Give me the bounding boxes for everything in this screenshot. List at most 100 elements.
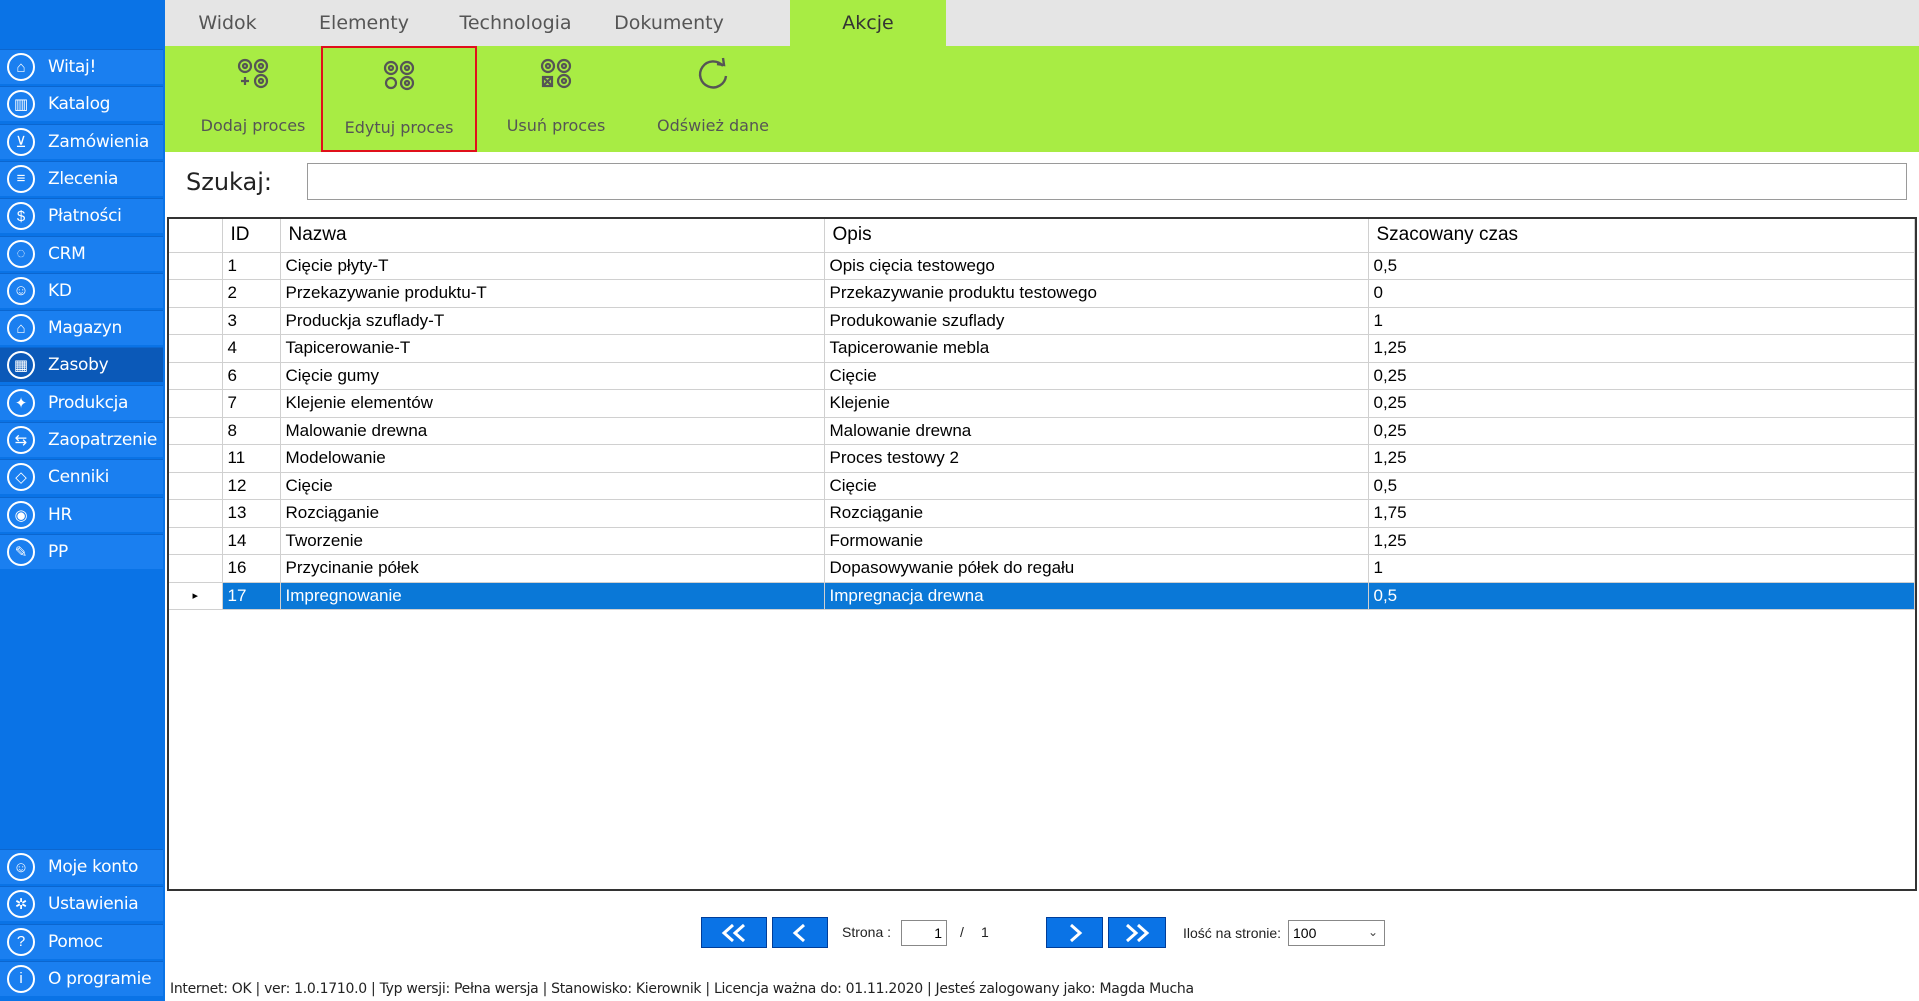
first-page-button[interactable] [701,917,767,948]
table-row[interactable]: 14 Tworzenie Formowanie 1,25 [169,527,1915,555]
refresh-data-button[interactable]: Odśwież dane [635,46,791,152]
search-input[interactable] [307,163,1907,200]
table-row[interactable]: ▸ 17 Impregnowanie Impregnacja drewna 0,5 [169,582,1915,610]
table-cell-id[interactable]: 8 [222,417,281,445]
row-header[interactable] [169,417,223,445]
table-cell-nazwa[interactable]: Cięcie [280,472,825,500]
edit-process-button[interactable]: Edytuj proces [321,46,477,152]
table-row[interactable]: 7 Klejenie elementów Klejenie 0,25 [169,389,1915,418]
table-cell-nazwa[interactable]: Rozciąganie [280,499,825,528]
table-cell-opis[interactable]: Opis cięcia testowego [824,252,1369,280]
table-cell-szacowany-czas[interactable]: 0,5 [1368,252,1915,280]
previous-page-button[interactable] [772,917,828,948]
table-row[interactable]: 3 Produckja szuflady-T Produkowanie szufla… [169,307,1915,335]
row-header[interactable] [169,252,223,280]
sidebar-item-witaj-[interactable]: ⌂ Witaj! [0,49,163,84]
table-cell-id[interactable]: 16 [222,554,281,583]
table-row[interactable]: 16 Przycinanie półek Dopasowywanie półek d… [169,554,1915,583]
column-header-id[interactable]: ID [222,219,281,253]
sidebar-item-zasoby[interactable]: ▦ Zasoby [0,347,163,383]
tab-dokumenty[interactable]: Dokumenty [593,0,745,46]
table-cell-id[interactable]: 13 [222,499,281,528]
table-cell-id[interactable]: 2 [222,279,281,308]
table-row[interactable]: 4 Tapicerowanie-T Tapicerowanie mebla 1,25 [169,334,1915,363]
table-cell-id[interactable]: 3 [222,307,281,335]
table-cell-szacowany-czas[interactable]: 1 [1368,554,1915,583]
row-header[interactable] [169,334,223,363]
table-row[interactable]: 2 Przekazywanie produktu-T Przekazywanie p… [169,279,1915,308]
table-cell-nazwa[interactable]: Tapicerowanie-T [280,334,825,363]
table-cell-nazwa[interactable]: Produckja szuflady-T [280,307,825,335]
table-cell-szacowany-czas[interactable]: 0,5 [1368,472,1915,500]
table-cell-opis[interactable]: Cięcie [824,472,1369,500]
table-cell-opis[interactable]: Przekazywanie produktu testowego [824,279,1369,308]
table-row[interactable]: 13 Rozciąganie Rozciąganie 1,75 [169,499,1915,528]
sidebar-item-cenniki[interactable]: ◇ Cenniki [0,459,163,495]
table-cell-opis[interactable]: Impregnacja drewna [824,582,1369,610]
column-header-szacowany-czas[interactable]: Szacowany czas [1368,219,1915,253]
column-header-opis[interactable]: Opis [824,219,1369,253]
sidebar-item-zaopatrzenie[interactable]: ⇆ Zaopatrzenie [0,422,163,457]
table-cell-szacowany-czas[interactable]: 1,75 [1368,499,1915,528]
table-cell-id[interactable]: 7 [222,389,281,418]
row-header[interactable] [169,472,223,500]
row-header[interactable] [169,362,223,390]
next-page-button[interactable] [1046,917,1103,948]
tab-technologia[interactable]: Technologia [438,0,593,46]
table-cell-opis[interactable]: Proces testowy 2 [824,444,1369,473]
sidebar-item-płatności[interactable]: $ Płatności [0,198,163,234]
table-cell-opis[interactable]: Malowanie drewna [824,417,1369,445]
table-cell-szacowany-czas[interactable]: 0,25 [1368,389,1915,418]
row-header[interactable] [169,554,223,583]
table-cell-nazwa[interactable]: Cięcie gumy [280,362,825,390]
table-cell-nazwa[interactable]: Cięcie płyty-T [280,252,825,280]
row-header[interactable] [169,389,223,418]
sidebar-item-magazyn[interactable]: ⌂ Magazyn [0,310,163,346]
table-row[interactable]: 11 Modelowanie Proces testowy 2 1,25 [169,444,1915,473]
add-process-button[interactable]: Dodaj proces [175,46,331,152]
sidebar-item-zamówienia[interactable]: ⊻ Zamówienia [0,123,163,159]
table-cell-nazwa[interactable]: Przekazywanie produktu-T [280,279,825,308]
sidebar-item-ustawienia[interactable]: ✲ Ustawienia [0,886,163,922]
table-cell-opis[interactable]: Tapicerowanie mebla [824,334,1369,363]
sidebar-item-crm[interactable]: ◌ CRM [0,235,163,271]
tab-widok[interactable]: Widok [165,0,290,46]
row-header[interactable]: ▸ [169,582,223,610]
table-row[interactable]: 8 Malowanie drewna Malowanie drewna 0,25 [169,417,1915,445]
table-cell-nazwa[interactable]: Klejenie elementów [280,389,825,418]
sidebar-item-pomoc[interactable]: ? Pomoc [0,923,163,959]
row-header[interactable] [169,499,223,528]
table-row[interactable]: 1 Cięcie płyty-T Opis cięcia testowego 0,5 [169,252,1915,280]
row-header[interactable] [169,444,223,473]
table-cell-opis[interactable]: Produkowanie szuflady [824,307,1369,335]
sidebar-item-kd[interactable]: ☺ KD [0,272,163,308]
sidebar-item-hr[interactable]: ◉ HR [0,496,163,532]
table-cell-opis[interactable]: Cięcie [824,362,1369,390]
table-cell-id[interactable]: 14 [222,527,281,555]
table-cell-szacowany-czas[interactable]: 1 [1368,307,1915,335]
row-header[interactable] [169,527,223,555]
table-cell-opis[interactable]: Klejenie [824,389,1369,418]
table-cell-nazwa[interactable]: Przycinanie półek [280,554,825,583]
table-cell-szacowany-czas[interactable]: 0,25 [1368,362,1915,390]
table-cell-id[interactable]: 17 [222,582,281,610]
table-cell-opis[interactable]: Dopasowywanie półek do regału [824,554,1369,583]
sidebar-item-zlecenia[interactable]: ≡ Zlecenia [0,160,163,196]
table-cell-nazwa[interactable]: Modelowanie [280,444,825,473]
sidebar-item-moje-konto[interactable]: ☺ Moje konto [0,849,163,884]
last-page-button[interactable] [1108,917,1166,948]
table-cell-id[interactable]: 12 [222,472,281,500]
table-cell-szacowany-czas[interactable]: 1,25 [1368,334,1915,363]
tab-akcje[interactable]: Akcje [790,0,946,46]
table-cell-szacowany-czas[interactable]: 0,25 [1368,417,1915,445]
table-cell-opis[interactable]: Rozciąganie [824,499,1369,528]
sidebar-item-o-programie[interactable]: i O programie [0,960,163,996]
table-cell-id[interactable]: 6 [222,362,281,390]
column-header-nazwa[interactable]: Nazwa [280,219,825,253]
page-number-input[interactable] [901,920,947,946]
sidebar-item-pp[interactable]: ✎ PP [0,533,163,569]
table-row[interactable]: 12 Cięcie Cięcie 0,5 [169,472,1915,500]
table-cell-id[interactable]: 11 [222,444,281,473]
row-header[interactable] [169,307,223,335]
table-cell-nazwa[interactable]: Tworzenie [280,527,825,555]
